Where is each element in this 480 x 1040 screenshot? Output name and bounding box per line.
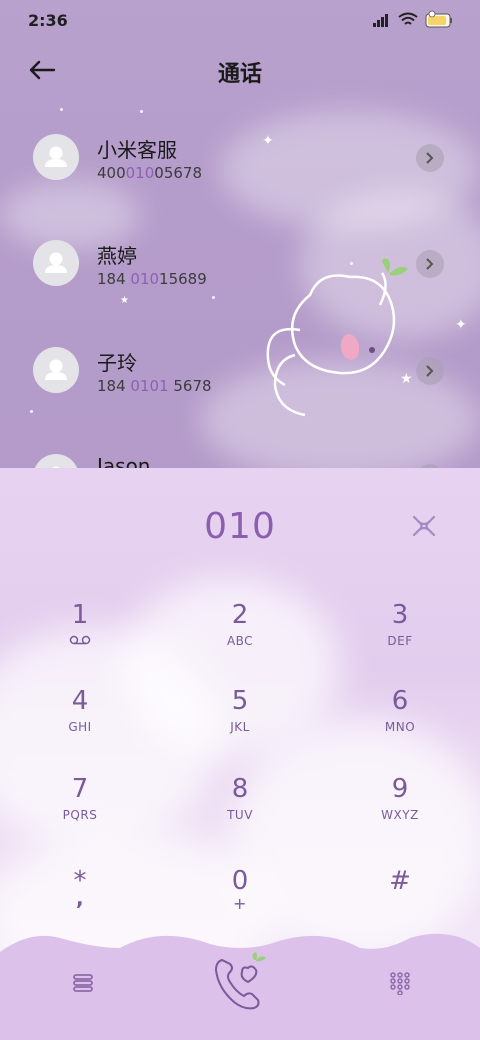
contact-detail-button[interactable]: [416, 250, 444, 278]
number-match: 0101: [130, 377, 169, 395]
status-icons: [372, 10, 454, 30]
contact-detail-button[interactable]: [416, 357, 444, 385]
avatar: [33, 240, 79, 286]
key-letters: ABC: [226, 634, 254, 648]
key-digit: 7: [71, 774, 89, 804]
key-0[interactable]: 0 +: [185, 866, 295, 936]
key-9[interactable]: 9 WXYZ: [345, 774, 455, 844]
key-digit: 4: [71, 686, 89, 716]
bottom-bar: [0, 930, 480, 1040]
contact-name: 小米客服: [97, 138, 177, 162]
phone-heart-icon: [214, 952, 266, 1010]
key-digit: 8: [231, 774, 249, 804]
dialed-number[interactable]: 010: [0, 506, 480, 547]
dialer-panel: 010 1 2 ABC 3 DEF 4 GHI 5 JKL 6 MNO 7 PQ…: [0, 468, 480, 1040]
chevron-right-icon: [426, 258, 434, 270]
key-2[interactable]: 2 ABC: [185, 600, 295, 670]
key-star[interactable]: * ,: [25, 866, 135, 936]
avatar: [33, 347, 79, 393]
key-digit: 9: [391, 774, 409, 804]
number-match: 010: [125, 164, 155, 182]
menu-button[interactable]: [58, 958, 108, 1008]
avatar: [33, 134, 79, 180]
status-time: 2:36: [28, 11, 68, 30]
number-part: 400: [97, 164, 126, 182]
key-digit: 1: [71, 600, 89, 630]
key-4[interactable]: 4 GHI: [25, 686, 135, 756]
number-part: 05678: [154, 164, 202, 182]
chevron-right-icon: [426, 365, 434, 377]
status-bar: 2:36: [0, 0, 480, 40]
contact-name: 燕婷: [97, 244, 137, 268]
backspace-icon: [412, 515, 436, 537]
key-6[interactable]: 6 MNO: [345, 686, 455, 756]
chevron-right-icon: [426, 152, 434, 164]
contact-name: Jason: [97, 454, 151, 468]
contact-number: 184 0101 5678: [97, 377, 212, 395]
key-letters: GHI: [68, 720, 92, 734]
number-part: 184: [97, 377, 131, 395]
contact-name: 子玲: [97, 351, 137, 375]
voicemail-icon: [69, 635, 91, 645]
key-letters: ,: [75, 886, 85, 910]
key-letters: DEF: [387, 634, 413, 648]
key-letters: +: [233, 894, 247, 913]
call-button[interactable]: [200, 942, 280, 1022]
page-title: 通话: [217, 62, 262, 87]
contact-number: 40001005678: [97, 164, 202, 182]
key-letters: MNO: [384, 720, 416, 734]
key-digit: 6: [391, 686, 409, 716]
person-icon: [45, 359, 67, 380]
key-digit: #: [389, 866, 411, 896]
delete-button[interactable]: [410, 512, 438, 540]
key-letters: PQRS: [62, 808, 98, 822]
key-digit: 0: [231, 866, 249, 896]
contact-number: 184 01015689: [97, 270, 207, 288]
key-letters: TUV: [227, 808, 253, 822]
signal-icon: [373, 14, 388, 27]
header: 通话: [0, 48, 480, 92]
key-letters: WXYZ: [381, 808, 419, 822]
keypad-toggle-button[interactable]: [375, 958, 425, 1008]
call-list-area: ✦ ✦ ★ ★ 2:36 通话 小米客服 40001005678 燕婷 184 …: [0, 0, 480, 468]
wifi-icon: [398, 12, 418, 25]
number-part: 5678: [168, 377, 212, 395]
key-1[interactable]: 1: [25, 600, 135, 670]
key-digit: 2: [231, 600, 249, 630]
contact-detail-button[interactable]: [416, 144, 444, 172]
key-letters: JKL: [230, 720, 250, 734]
key-7[interactable]: 7 PQRS: [25, 774, 135, 844]
number-part: 184: [97, 270, 131, 288]
contact-row[interactable]: Jason: [0, 426, 480, 468]
key-digit: 3: [391, 600, 409, 630]
contact-row[interactable]: 小米客服 40001005678: [0, 106, 480, 206]
menu-icon: [73, 974, 93, 992]
person-icon: [51, 466, 61, 468]
person-icon: [45, 252, 67, 273]
battery-icon: [425, 10, 452, 28]
avatar: [33, 454, 79, 468]
key-digit: 5: [231, 686, 249, 716]
number-part: 15689: [159, 270, 207, 288]
number-match: 010: [130, 270, 160, 288]
key-5[interactable]: 5 JKL: [185, 686, 295, 756]
contact-row[interactable]: 子玲 184 0101 5678: [0, 319, 480, 419]
person-icon: [45, 146, 67, 167]
key-hash[interactable]: #: [345, 866, 455, 936]
key-3[interactable]: 3 DEF: [345, 600, 455, 670]
contact-row[interactable]: 燕婷 184 01015689: [0, 212, 480, 312]
key-8[interactable]: 8 TUV: [185, 774, 295, 844]
keypad-icon: [390, 972, 410, 995]
